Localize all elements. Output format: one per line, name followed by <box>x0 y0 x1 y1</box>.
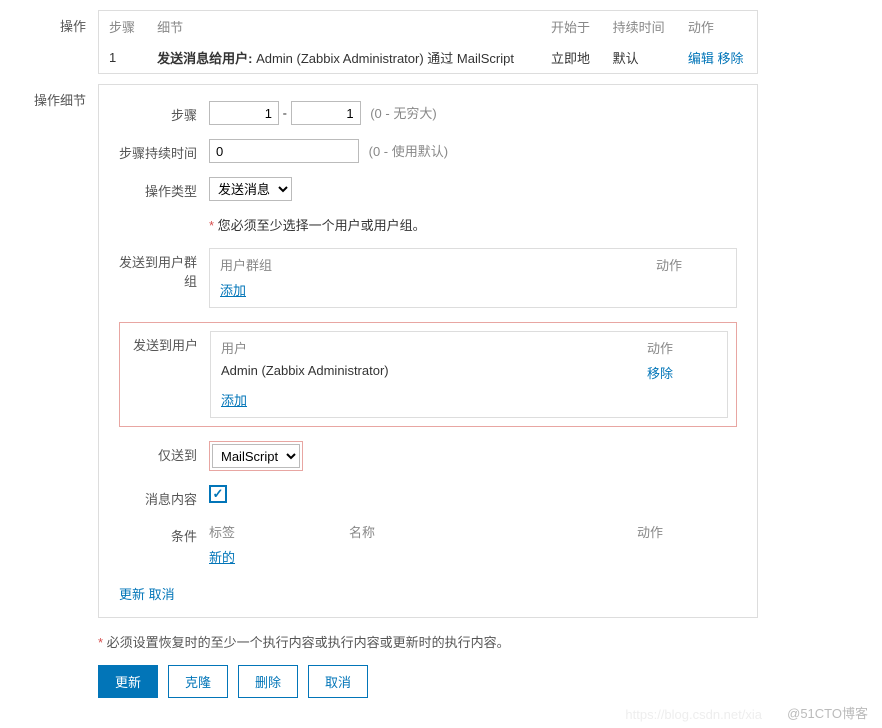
step-duration-input[interactable] <box>209 139 359 163</box>
th-duration: 持续时间 <box>603 11 678 43</box>
only-send-to-select[interactable]: MailScript <box>212 444 300 468</box>
clone-button[interactable]: 克隆 <box>168 665 228 698</box>
user-groups-table: 用户群组 动作 添加 <box>209 248 737 308</box>
op-duration: 默认 <box>603 42 678 74</box>
watermark-csdn: https://blog.csdn.net/xia <box>625 707 762 722</box>
op-edit-link[interactable]: 编辑 <box>688 51 714 66</box>
cancel-button[interactable]: 取消 <box>308 665 368 698</box>
op-type-label: 操作类型 <box>119 177 209 200</box>
op-summary: 发送消息给用户: Admin (Zabbix Administrator) 通过… <box>147 42 541 74</box>
only-send-to-label: 仅送到 <box>119 441 209 464</box>
new-condition-link[interactable]: 新的 <box>209 550 235 565</box>
th-steps: 步骤 <box>99 11 148 43</box>
recovery-note: 必须设置恢复时的至少一个执行内容或执行内容或更新时的执行内容。 <box>107 635 510 650</box>
operations-label: 操作 <box>16 10 98 35</box>
op-start: 立即地 <box>541 42 603 74</box>
op-step: 1 <box>99 42 148 74</box>
step-duration-label: 步骤持续时间 <box>119 139 209 162</box>
cond-name-header: 名称 <box>349 522 637 541</box>
msg-content-checkbox[interactable]: ✓ <box>209 485 227 503</box>
send-to-users-label: 发送到用户 <box>128 331 210 354</box>
update-button[interactable]: 更新 <box>98 665 158 698</box>
step-from-input[interactable] <box>209 101 279 125</box>
user-row-value: Admin (Zabbix Administrator) <box>221 363 647 382</box>
detail-update-link[interactable]: 更新 <box>119 587 145 602</box>
th-details: 细节 <box>147 11 541 43</box>
note-asterisk: * <box>98 635 107 650</box>
only-send-to-highlight: MailScript <box>209 441 303 471</box>
remove-user-link[interactable]: 移除 <box>647 366 673 381</box>
send-to-groups-label: 发送到用户群组 <box>119 248 209 290</box>
operation-row: 1 发送消息给用户: Admin (Zabbix Administrator) … <box>99 42 758 74</box>
step-duration-hint: (0 - 使用默认) <box>369 144 448 159</box>
op-type-select[interactable]: 发送消息 <box>209 177 292 201</box>
operation-details-label: 操作细节 <box>16 84 98 109</box>
groups-header: 用户群组 <box>220 255 656 274</box>
send-to-users-highlight: 发送到用户 用户 动作 Admin (Zabbix Administrator)… <box>119 322 737 427</box>
conditions-label: 条件 <box>119 522 209 545</box>
users-table: 用户 动作 Admin (Zabbix Administrator) 移除 添加 <box>210 331 728 418</box>
op-summary-prefix: 发送消息给用户: <box>157 51 252 66</box>
users-action-header: 动作 <box>647 338 717 357</box>
delete-button[interactable]: 删除 <box>238 665 298 698</box>
th-start: 开始于 <box>541 11 603 43</box>
th-action: 动作 <box>678 11 758 43</box>
steps-label: 步骤 <box>119 101 209 124</box>
watermark-51cto: @51CTO博客 <box>787 703 868 722</box>
cond-action-header: 动作 <box>637 522 737 541</box>
detail-cancel-link[interactable]: 取消 <box>149 587 175 602</box>
groups-action-header: 动作 <box>656 255 726 274</box>
operation-details-panel: 步骤 - (0 - 无穷大) 步骤持续时间 (0 - 使用默认) 操作类型 <box>98 84 758 618</box>
steps-hint: (0 - 无穷大) <box>370 106 436 121</box>
must-select-note: 您必须至少选择一个用户或用户组。 <box>218 218 426 233</box>
required-asterisk: * <box>209 218 218 233</box>
step-range-sep: - <box>283 106 291 121</box>
cond-tag-header: 标签 <box>209 522 349 541</box>
users-header: 用户 <box>221 338 647 357</box>
add-group-link[interactable]: 添加 <box>220 283 246 298</box>
op-summary-rest: Admin (Zabbix Administrator) 通过 MailScri… <box>252 51 514 66</box>
msg-content-label: 消息内容 <box>119 485 209 508</box>
conditions-table: 标签 名称 动作 新的 <box>209 522 737 566</box>
op-remove-link[interactable]: 移除 <box>718 51 744 66</box>
step-to-input[interactable] <box>291 101 361 125</box>
add-user-link[interactable]: 添加 <box>221 393 247 408</box>
operations-table: 步骤 细节 开始于 持续时间 动作 1 发送消息给用户: Admin (Zabb… <box>98 10 758 74</box>
